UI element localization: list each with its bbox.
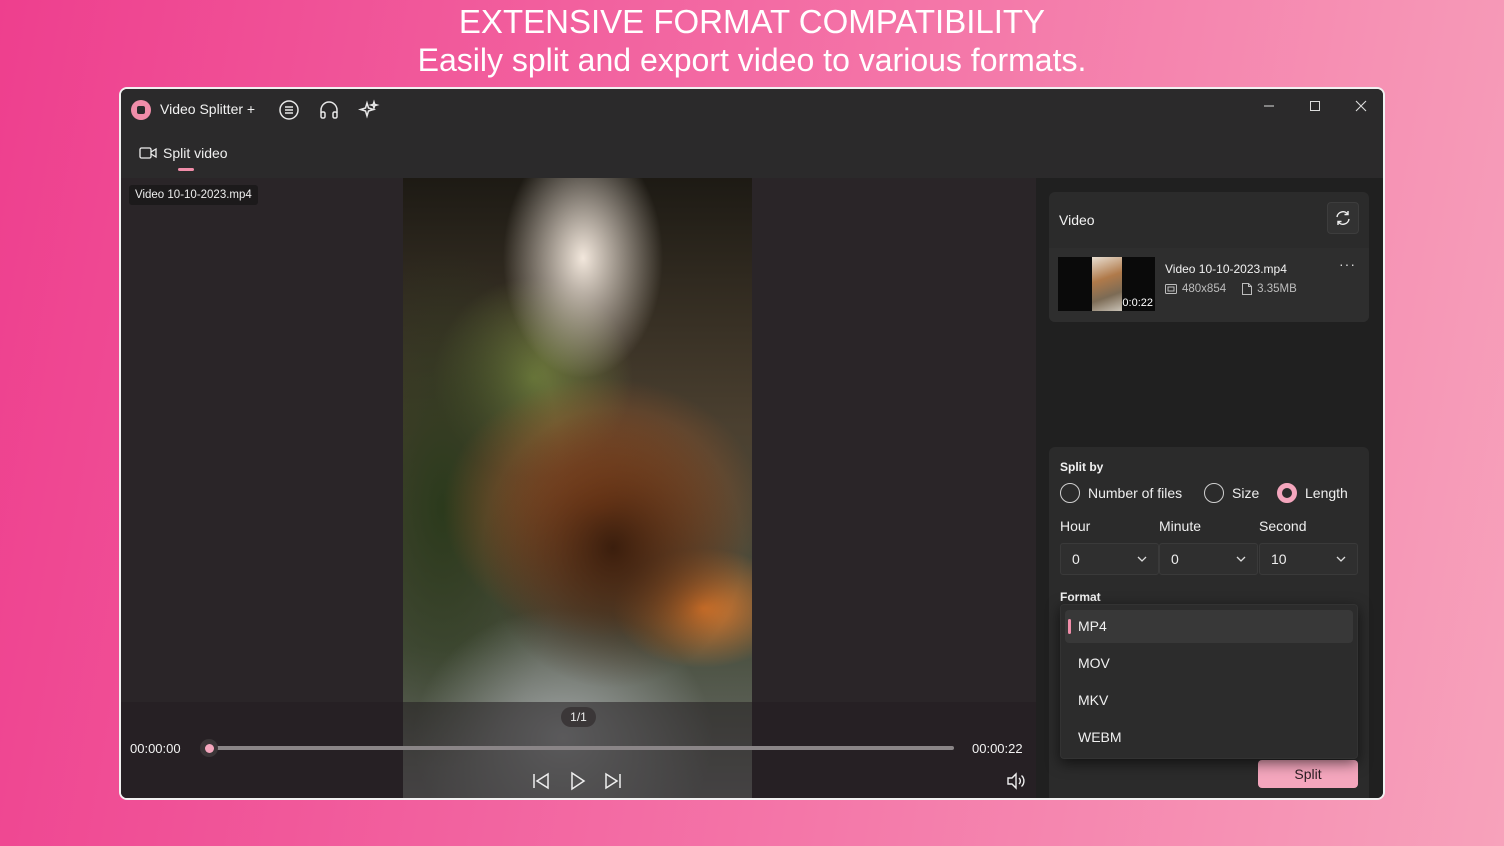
radio-number-of-files[interactable]: Number of files — [1060, 483, 1182, 503]
chevron-down-icon — [1135, 552, 1149, 566]
video-card-title: Video — [1059, 212, 1095, 228]
app-logo-icon — [131, 100, 151, 120]
video-size: 3.35MB — [1257, 283, 1297, 295]
app-title: Video Splitter + — [160, 101, 256, 117]
radio-label: Number of files — [1088, 485, 1183, 501]
split-settings-card: Split by Number of files Size Length Hou… — [1049, 447, 1369, 798]
radio-size[interactable]: Size — [1204, 483, 1259, 503]
menu-list-icon[interactable] — [278, 99, 300, 121]
video-card: Video 0:0:22 Video 10-10-2023.mp4 480x85… — [1049, 192, 1369, 322]
format-dropdown: MP4 MOV MKV WEBM — [1060, 604, 1358, 759]
minute-value: 0 — [1171, 551, 1179, 567]
video-list-item[interactable]: 0:0:22 Video 10-10-2023.mp4 480x854 3.35… — [1049, 248, 1369, 322]
video-duration: 0:0:22 — [1122, 297, 1153, 309]
page-indicator: 1/1 — [561, 707, 596, 727]
headphones-icon[interactable] — [318, 99, 340, 121]
radio-label: Length — [1305, 485, 1348, 501]
file-icon — [1242, 283, 1253, 295]
refresh-button[interactable] — [1327, 202, 1359, 234]
split-by-label: Split by — [1060, 460, 1104, 474]
radio-circle-selected — [1277, 483, 1297, 503]
minimize-button[interactable] — [1254, 95, 1284, 117]
radio-length[interactable]: Length — [1277, 483, 1348, 503]
tab-active-indicator — [178, 168, 194, 171]
tab-bar: Split video — [121, 131, 1383, 178]
video-camera-icon — [139, 146, 157, 160]
maximize-button[interactable] — [1300, 95, 1330, 117]
format-option-mkv[interactable]: MKV — [1065, 684, 1353, 717]
split-button[interactable]: Split — [1258, 760, 1358, 788]
chevron-down-icon — [1334, 552, 1348, 566]
video-thumbnail: 0:0:22 — [1058, 257, 1155, 311]
sparkle-icon[interactable] — [358, 99, 380, 121]
hour-value: 0 — [1072, 551, 1080, 567]
previous-button[interactable] — [530, 770, 552, 792]
tab-label: Split video — [163, 145, 228, 161]
minute-label: Minute — [1159, 518, 1202, 534]
format-option-webm[interactable]: WEBM — [1065, 721, 1353, 754]
play-button[interactable] — [566, 770, 588, 792]
refresh-icon — [1334, 209, 1352, 227]
more-options-button[interactable]: ··· — [1339, 256, 1356, 272]
resolution-icon — [1165, 284, 1177, 294]
video-player: Video 10-10-2023.mp4 1/1 00:00:00 00:00:… — [121, 178, 1036, 798]
hour-label: Hour — [1060, 518, 1091, 534]
second-label: Second — [1259, 518, 1307, 534]
second-select[interactable]: 10 — [1259, 543, 1358, 575]
video-item-name: Video 10-10-2023.mp4 — [1165, 262, 1287, 276]
seek-thumb[interactable] — [200, 739, 218, 757]
next-button[interactable] — [602, 770, 624, 792]
promo-subline: Easily split and export video to various… — [417, 42, 1087, 78]
volume-icon[interactable] — [1005, 770, 1027, 792]
format-label: Format — [1060, 590, 1101, 604]
hour-select[interactable]: 0 — [1060, 543, 1159, 575]
second-value: 10 — [1271, 551, 1287, 567]
radio-label: Size — [1232, 485, 1260, 501]
player-file-name: Video 10-10-2023.mp4 — [129, 185, 258, 205]
current-time: 00:00:00 — [130, 741, 181, 756]
seek-bar[interactable] — [209, 746, 954, 750]
radio-circle — [1204, 483, 1224, 503]
total-time: 00:00:22 — [972, 741, 1023, 756]
side-panel: Video 0:0:22 Video 10-10-2023.mp4 480x85… — [1036, 178, 1383, 798]
chevron-down-icon — [1234, 552, 1248, 566]
tab-split-video[interactable]: Split video — [139, 145, 228, 161]
format-option-mov[interactable]: MOV — [1065, 647, 1353, 680]
close-button[interactable] — [1346, 95, 1376, 117]
video-resolution: 480x854 — [1182, 283, 1227, 295]
minute-select[interactable]: 0 — [1159, 543, 1258, 575]
app-window: Video Splitter + Split video Video 10-10… — [119, 87, 1385, 800]
promo-headline: EXTENSIVE FORMAT COMPATIBILITY — [458, 3, 1046, 40]
title-bar: Video Splitter + — [121, 89, 1383, 131]
video-item-meta: 480x854 3.35MB — [1165, 283, 1297, 295]
thumbnail-image — [1092, 257, 1122, 311]
format-option-mp4[interactable]: MP4 — [1065, 610, 1353, 643]
radio-circle — [1060, 483, 1080, 503]
